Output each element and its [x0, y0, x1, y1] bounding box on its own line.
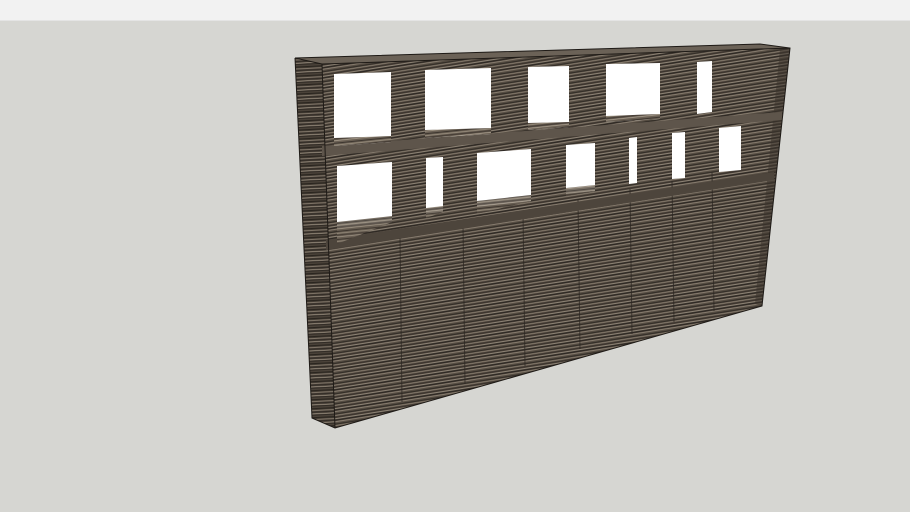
- shelf-opening: [672, 132, 685, 179]
- model-viewer: [0, 0, 910, 512]
- shelf-opening: [426, 157, 443, 214]
- shelf-opening: [528, 66, 569, 130]
- shelf-opening: [334, 72, 391, 146]
- shelf-opening: [719, 126, 741, 172]
- shelf-opening: [629, 137, 637, 184]
- shelf-opening: [697, 61, 712, 114]
- shelf-opening: [425, 68, 491, 138]
- shelf-opening: [606, 63, 660, 122]
- 3d-model-render[interactable]: [0, 0, 910, 512]
